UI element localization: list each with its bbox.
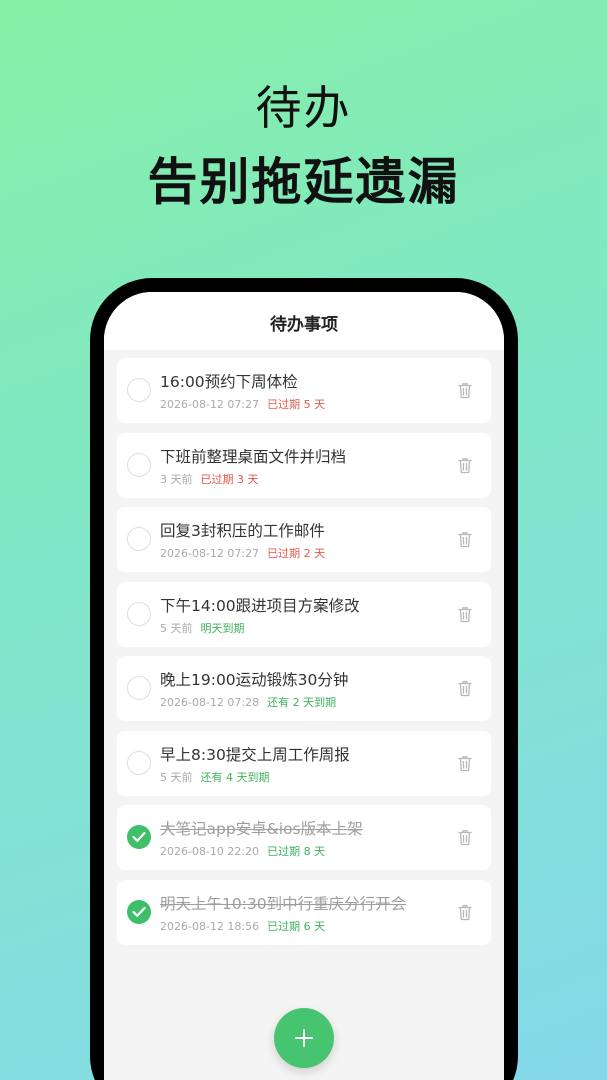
todo-item[interactable]: 明天上午10:30到中行重庆分行开会 2026-08-12 18:56 已过期 6 … — [117, 879, 491, 945]
todo-status: 已过期 8 天 — [267, 845, 326, 858]
trash-icon — [458, 457, 472, 473]
todo-title: 下午14:00跟进项目方案修改 — [160, 596, 360, 615]
checkmark-icon — [132, 906, 146, 917]
complete-checkbox[interactable] — [127, 676, 151, 700]
todo-list: 16:00预约下周体检 2026-08-12 07:27 已过期 5 天下班前整理桌… — [117, 358, 491, 954]
trash-icon — [458, 830, 472, 846]
todo-item[interactable]: 大笔记app安卓&ios版本上架 2026-08-10 22:20 已过期 8 天 — [117, 805, 491, 870]
plus-icon — [295, 1029, 313, 1047]
add-todo-button[interactable] — [274, 1008, 334, 1068]
delete-button[interactable] — [458, 606, 472, 623]
hero-subtitle: 告别拖延遗漏 — [147, 153, 460, 211]
trash-icon — [458, 904, 472, 920]
todo-meta: 2026-08-12 07:28 还有 2 天到期 — [160, 694, 336, 710]
todo-item[interactable]: 16:00预约下周体检 2026-08-12 07:27 已过期 5 天 — [117, 358, 491, 423]
complete-checkbox[interactable] — [127, 527, 151, 551]
todo-time: 2026-08-12 07:27 — [160, 398, 260, 411]
app-bar-title: 待办事项 — [270, 315, 338, 335]
delete-button[interactable] — [458, 680, 472, 697]
todo-time: 3 天前 — [160, 472, 193, 486]
todo-status: 已过期 6 天 — [267, 919, 326, 933]
todo-status: 明天到期 — [200, 621, 245, 635]
todo-meta: 3 天前 已过期 3 天 — [160, 471, 259, 487]
hero-title: 待办 — [255, 81, 352, 135]
todo-item[interactable]: 早上8:30提交上周工作周报 5 天前 还有 4 天到期 — [117, 730, 491, 796]
todo-title: 16:00预约下周体检 — [160, 373, 298, 391]
todo-item[interactable]: 回复3封积压的工作邮件 2026-08-12 07:27 已过期 2 天 — [117, 507, 491, 572]
delete-button[interactable] — [458, 382, 472, 399]
checkmark-icon — [132, 831, 146, 842]
app-screen: 待办事项 16:00预约下周体检 2026-08-12 07:27 已过期 5 天下… — [104, 292, 504, 1080]
todo-time: 5 天前 — [160, 621, 193, 635]
todo-meta: 2026-08-10 22:20 已过期 8 天 — [160, 843, 325, 859]
todo-time: 2026-08-12 18:56 — [160, 919, 260, 933]
todo-time: 2026-08-12 07:28 — [160, 696, 260, 709]
trash-icon — [458, 606, 472, 622]
todo-title: 下班前整理桌面文件并归档 — [160, 447, 347, 466]
trash-icon — [458, 383, 472, 399]
todo-title: 回复3封积压的工作邮件 — [160, 522, 325, 540]
complete-checkbox[interactable] — [127, 378, 151, 402]
trash-icon — [458, 532, 472, 548]
todo-title: 大笔记app安卓&ios版本上架 — [160, 820, 363, 838]
todo-title: 早上8:30提交上周工作周报 — [160, 745, 350, 764]
todo-title: 晚上19:00运动锻炼30分钟 — [160, 671, 349, 689]
delete-button[interactable] — [458, 829, 472, 846]
todo-title: 明天上午10:30到中行重庆分行开会 — [160, 894, 407, 913]
complete-checkbox[interactable] — [127, 750, 151, 775]
todo-meta: 5 天前 还有 4 天到期 — [160, 769, 270, 785]
todo-status: 已过期 2 天 — [267, 547, 326, 560]
todo-time: 5 天前 — [160, 770, 193, 784]
todo-time: 2026-08-10 22:20 — [160, 845, 260, 858]
todo-status: 已过期 5 天 — [267, 398, 326, 411]
todo-meta: 2026-08-12 18:56 已过期 6 天 — [160, 918, 325, 934]
todo-meta: 2026-08-12 07:27 已过期 5 天 — [160, 396, 325, 412]
delete-button[interactable] — [458, 531, 472, 548]
todo-status: 还有 4 天到期 — [200, 770, 270, 784]
trash-icon — [458, 681, 472, 697]
todo-meta: 2026-08-12 07:27 已过期 2 天 — [160, 545, 325, 561]
complete-checkbox[interactable] — [127, 825, 151, 849]
todo-item[interactable]: 下班前整理桌面文件并归档 3 天前 已过期 3 天 — [117, 432, 491, 498]
complete-checkbox[interactable] — [127, 601, 151, 626]
todo-status: 已过期 3 天 — [200, 472, 259, 486]
app-bar: 待办事项 — [104, 292, 504, 350]
delete-button[interactable] — [458, 904, 472, 921]
complete-checkbox[interactable] — [127, 452, 151, 477]
todo-item[interactable]: 晚上19:00运动锻炼30分钟 2026-08-12 07:28 还有 2 天到期 — [117, 656, 491, 721]
todo-item[interactable]: 下午14:00跟进项目方案修改 5 天前 明天到期 — [117, 581, 491, 647]
delete-button[interactable] — [458, 755, 472, 772]
todo-status: 还有 2 天到期 — [267, 696, 337, 709]
complete-checkbox[interactable] — [127, 899, 151, 924]
todo-time: 2026-08-12 07:27 — [160, 547, 260, 560]
trash-icon — [458, 755, 472, 771]
todo-meta: 5 天前 明天到期 — [160, 620, 245, 636]
delete-button[interactable] — [458, 457, 472, 474]
